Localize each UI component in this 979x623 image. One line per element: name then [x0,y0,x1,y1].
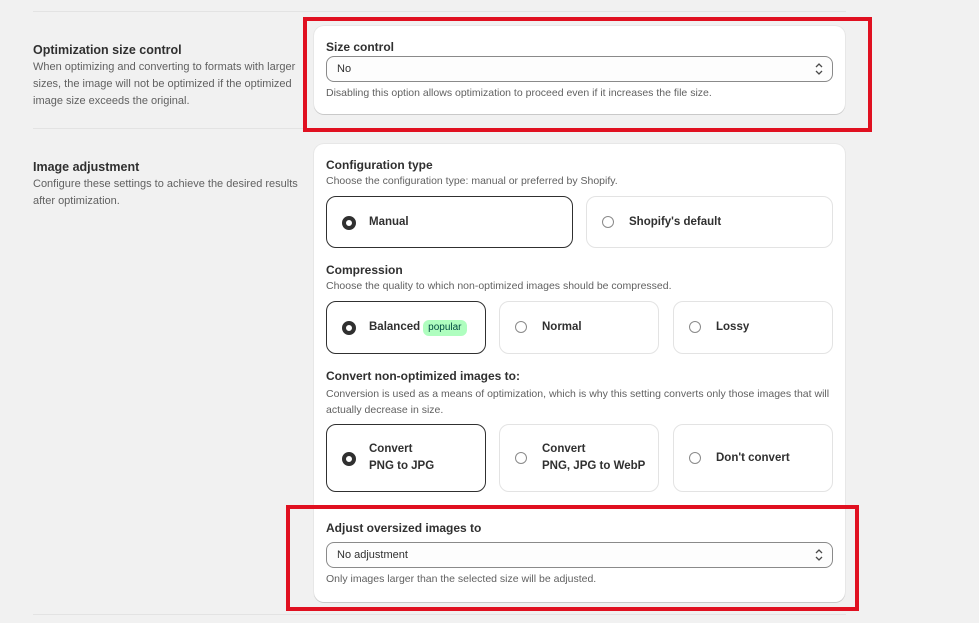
compression-option-normal-label: Normal [542,321,582,333]
convert-option-to-webp-line1: Convert [542,443,586,455]
config-option-manual-label: Manual [369,216,409,228]
convert-option-png-to-jpg-line1: Convert [369,443,413,455]
convert-option-to-webp[interactable]: Convert PNG, JPG to WebP [499,424,659,492]
top-divider [33,11,846,12]
adjust-section-description: Configure these settings to achieve the … [33,178,298,207]
radio-manual [342,216,356,230]
convert-option-png-to-jpg[interactable]: Convert PNG to JPG [326,424,486,492]
adjust-section-title: Image adjustment [33,160,140,174]
radio-to-webp [515,452,527,464]
convert-option-dont-convert-label: Don't convert [716,452,790,464]
compression-help: Choose the quality to which non-optimize… [326,280,672,292]
adjust-section-info: Image adjustment Configure these setting… [33,160,303,210]
compression-option-normal[interactable]: Normal [499,301,659,354]
size-section-description: When optimizing and converting to format… [33,61,296,107]
compression-option-balanced-label: Balanced [369,321,421,333]
config-option-shopify-default-label: Shopify's default [629,216,722,228]
size-section-info: Optimization size control When optimizin… [33,43,303,110]
compression-option-lossy[interactable]: Lossy [673,301,833,354]
config-option-shopify-default[interactable]: Shopify's default [586,196,833,248]
popular-badge: popular [423,320,467,336]
radio-dont-convert [689,452,701,464]
config-option-manual[interactable]: Manual [326,196,573,248]
radio-png-to-jpg [342,452,356,466]
radio-lossy [689,321,701,333]
radio-shopify-default [602,216,614,228]
convert-label: Convert non-optimized images to: [326,369,521,383]
convert-option-png-to-jpg-line2: PNG to JPG [369,460,435,472]
convert-option-to-webp-line2: PNG, JPG to WebP [542,460,646,472]
highlight-box-size-control [303,17,872,132]
convert-help: Conversion is used as a means of optimiz… [326,388,830,416]
compression-option-balanced[interactable]: Balanced popular [326,301,486,354]
compression-option-lossy-label: Lossy [716,321,750,333]
config-type-help: Choose the configuration type: manual or… [326,175,618,187]
section-divider [33,128,305,129]
size-section-title: Optimization size control [33,43,182,57]
radio-normal [515,321,527,333]
convert-option-dont-convert[interactable]: Don't convert [673,424,833,492]
compression-label: Compression [326,263,403,277]
highlight-box-oversize [286,505,859,611]
radio-balanced [342,321,356,335]
bottom-divider [33,614,846,615]
config-type-label: Configuration type [326,158,433,172]
